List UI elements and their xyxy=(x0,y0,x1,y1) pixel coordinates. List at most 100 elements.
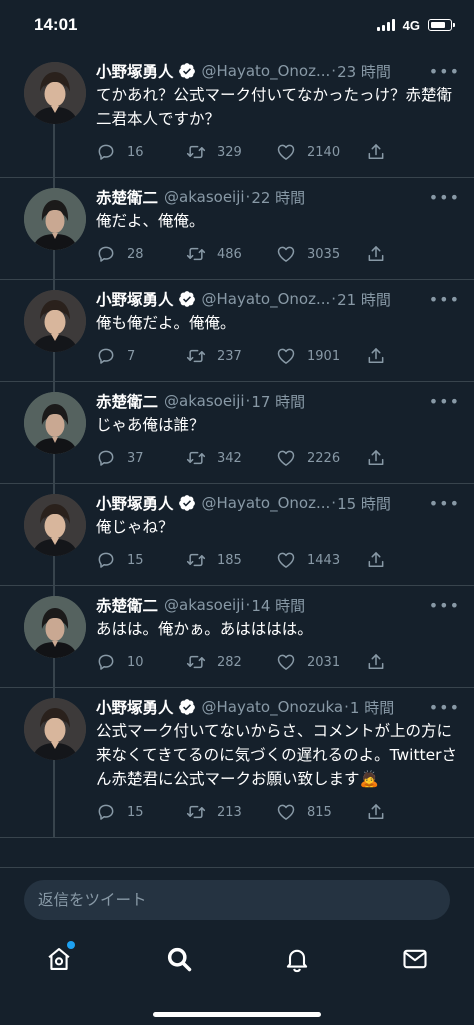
retweet-button[interactable]: 185 xyxy=(186,550,276,570)
like-count: 2140 xyxy=(307,144,341,160)
more-options-icon[interactable]: ••• xyxy=(421,698,460,717)
separator-dot: · xyxy=(331,62,337,80)
tweet-timestamp[interactable]: 14 時間 xyxy=(251,595,305,616)
hayato-avatar[interactable] xyxy=(24,62,86,124)
share-button[interactable] xyxy=(366,244,397,264)
eiji-avatar[interactable] xyxy=(24,188,86,250)
share-button[interactable] xyxy=(366,550,397,570)
tweet-author-handle[interactable]: @Hayato_Onozuka xyxy=(202,698,344,716)
tweet-author-name[interactable]: 小野塚勇人 xyxy=(96,492,174,514)
more-options-icon[interactable]: ••• xyxy=(421,62,460,81)
share-icon xyxy=(368,246,384,261)
tweet-author-handle[interactable]: @Hayato_Onoz... xyxy=(202,494,331,512)
hayato-avatar[interactable] xyxy=(24,698,86,760)
more-options-icon[interactable]: ••• xyxy=(421,494,460,513)
reply-button[interactable]: 15 xyxy=(96,802,186,822)
tweet[interactable]: 赤楚衛二 @akasoeiji · 17 時間 ••• じゃあ俺は誰？ 37 3… xyxy=(0,382,474,484)
tab-home[interactable] xyxy=(44,941,75,974)
like-button[interactable]: 815 xyxy=(276,802,366,822)
more-options-icon[interactable]: ••• xyxy=(421,392,460,411)
like-button[interactable]: 1443 xyxy=(276,550,366,570)
tweet-text: 俺だよ、俺俺。 xyxy=(96,212,205,230)
separator-dot: · xyxy=(331,494,337,512)
retweet-icon xyxy=(186,553,206,567)
reply-button[interactable]: 37 xyxy=(96,448,186,468)
reply-icon xyxy=(98,654,114,670)
retweet-button[interactable]: 329 xyxy=(186,142,276,162)
tweet-author-name[interactable]: 赤楚衛二 xyxy=(96,390,158,412)
share-button[interactable] xyxy=(366,802,397,822)
tweet-author-name[interactable]: 小野塚勇人 xyxy=(96,288,174,310)
reply-button[interactable]: 28 xyxy=(96,244,186,264)
home-indicator xyxy=(153,1012,321,1017)
reply-button[interactable]: 16 xyxy=(96,142,186,162)
retweet-button[interactable]: 486 xyxy=(186,244,276,264)
reply-icon xyxy=(98,552,114,568)
reply-bar xyxy=(0,867,474,929)
tweet-author-name[interactable]: 小野塚勇人 xyxy=(96,60,174,82)
retweet-count: 282 xyxy=(217,654,242,670)
tweet-author-handle[interactable]: @akasoeiji xyxy=(164,188,245,206)
tweet-author-handle[interactable]: @Hayato_Onoz... xyxy=(202,62,331,80)
reply-button[interactable]: 15 xyxy=(96,550,186,570)
reply-button[interactable]: 7 xyxy=(96,346,186,366)
tweet[interactable]: 小野塚勇人 @Hayato_Onoz... · 23 時間 ••• てかあれ？公… xyxy=(0,52,474,178)
reply-icon xyxy=(98,804,114,820)
more-options-icon[interactable]: ••• xyxy=(421,290,460,309)
share-button[interactable] xyxy=(366,448,397,468)
reply-button[interactable]: 10 xyxy=(96,652,186,672)
share-button[interactable] xyxy=(366,142,397,162)
tweet-timestamp[interactable]: 1 時間 xyxy=(350,697,394,718)
retweet-button[interactable]: 282 xyxy=(186,652,276,672)
tweet-author-name[interactable]: 小野塚勇人 xyxy=(96,696,174,718)
retweet-button[interactable]: 237 xyxy=(186,346,276,366)
tweet-author-handle[interactable]: @akasoeiji xyxy=(164,596,245,614)
reply-count: 16 xyxy=(127,144,144,160)
tweet[interactable]: 赤楚衛二 @akasoeiji · 22 時間 ••• 俺だよ、俺俺。 28 4… xyxy=(0,178,474,280)
reply-icon xyxy=(98,246,114,262)
tweet-timestamp[interactable]: 22 時間 xyxy=(251,187,305,208)
tweet-author-name[interactable]: 赤楚衛二 xyxy=(96,186,158,208)
hayato-avatar[interactable] xyxy=(24,290,86,352)
tweet-timestamp[interactable]: 21 時間 xyxy=(337,289,391,310)
tweet[interactable]: 小野塚勇人 @Hayato_Onoz... · 21 時間 ••• 俺も俺だよ。… xyxy=(0,280,474,382)
eiji-avatar[interactable] xyxy=(24,596,86,658)
like-button[interactable]: 3035 xyxy=(276,244,366,264)
reply-count: 10 xyxy=(127,654,144,670)
tweet[interactable]: 赤楚衛二 @akasoeiji · 14 時間 ••• あはは。俺かぁ。あははは… xyxy=(0,586,474,688)
reply-input[interactable] xyxy=(24,880,450,920)
tweet-author-name[interactable]: 赤楚衛二 xyxy=(96,594,158,616)
like-button[interactable]: 2226 xyxy=(276,448,366,468)
reply-count: 15 xyxy=(127,804,144,820)
tweet[interactable]: 小野塚勇人 @Hayato_Onozuka · 1 時間 ••• 公式マーク付い… xyxy=(0,688,474,838)
tab-search[interactable] xyxy=(164,944,194,974)
tweet-author-handle[interactable]: @akasoeiji xyxy=(164,392,245,410)
tweet-timestamp[interactable]: 15 時間 xyxy=(337,493,391,514)
separator-dot: · xyxy=(331,290,337,308)
like-button[interactable]: 2140 xyxy=(276,142,366,162)
network-type: 4G xyxy=(402,17,420,33)
share-button[interactable] xyxy=(366,346,397,366)
reply-icon xyxy=(98,144,114,160)
tweet-header: 小野塚勇人 @Hayato_Onozuka · 1 時間 ••• xyxy=(96,696,460,718)
tweet-text: てかあれ？公式マーク付いてなかったっけ？赤楚衛二君本人ですか？ xyxy=(96,86,453,128)
tab-messages[interactable] xyxy=(400,944,430,974)
retweet-button[interactable]: 342 xyxy=(186,448,276,468)
like-button[interactable]: 2031 xyxy=(276,652,366,672)
hayato-avatar[interactable] xyxy=(24,494,86,556)
tweet-author-handle[interactable]: @Hayato_Onoz... xyxy=(202,290,331,308)
tweet-header: 赤楚衛二 @akasoeiji · 22 時間 ••• xyxy=(96,186,460,208)
tab-notifications[interactable] xyxy=(282,944,312,974)
tweet-timestamp[interactable]: 23 時間 xyxy=(337,61,391,82)
like-button[interactable]: 1901 xyxy=(276,346,366,366)
share-button[interactable] xyxy=(366,652,397,672)
tweet[interactable]: 小野塚勇人 @Hayato_Onoz... · 15 時間 ••• 俺じゃね？ … xyxy=(0,484,474,586)
tweet-header: 小野塚勇人 @Hayato_Onoz... · 21 時間 ••• xyxy=(96,288,460,310)
more-options-icon[interactable]: ••• xyxy=(421,188,460,207)
tweet-timestamp[interactable]: 17 時間 xyxy=(251,391,305,412)
like-count: 1443 xyxy=(307,552,341,568)
retweet-button[interactable]: 213 xyxy=(186,802,276,822)
more-options-icon[interactable]: ••• xyxy=(421,596,460,615)
eiji-avatar[interactable] xyxy=(24,392,86,454)
reply-count: 7 xyxy=(127,348,136,364)
